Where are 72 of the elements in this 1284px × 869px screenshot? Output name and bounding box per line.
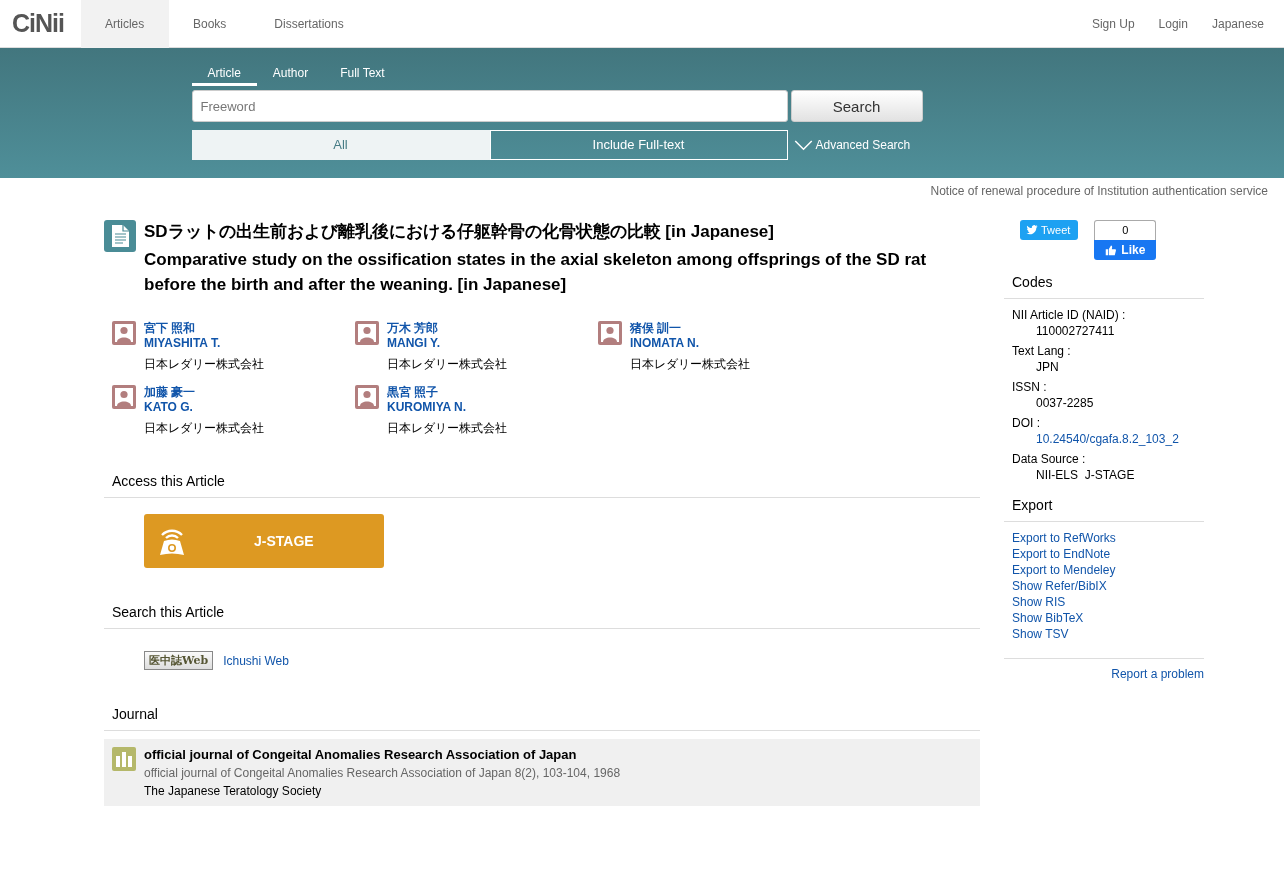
author-name-link[interactable]: INOMATA N. [630, 336, 750, 351]
ichushi-logo[interactable]: 医中誌Web [144, 651, 214, 670]
export-link[interactable]: Export to Mendeley [1012, 562, 1204, 578]
ichushi-link[interactable]: Ichushi Web [223, 653, 289, 668]
export-link[interactable]: Export to EndNote [1012, 546, 1204, 562]
thumbs-up-icon [1105, 244, 1118, 256]
export-link[interactable]: Show TSV [1012, 626, 1204, 642]
section-heading: Access this Article [104, 473, 980, 498]
person-avatar-icon [355, 321, 379, 345]
search-tab[interactable]: Full Text [324, 62, 401, 86]
section-heading: Search this Article [104, 604, 980, 629]
like-button[interactable]: Like [1094, 240, 1157, 260]
author-affiliation: 日本レダリー株式会社 [387, 356, 507, 373]
notice-link[interactable]: Notice of renewal procedure of Institution authentication service [930, 184, 1268, 198]
search-tab[interactable]: Article [191, 62, 257, 86]
nav-tab[interactable]: Dissertations [250, 0, 368, 48]
person-avatar-icon [112, 385, 136, 409]
search-button[interactable]: Search [790, 90, 923, 122]
person-avatar-icon [355, 385, 379, 409]
bird-icon [1026, 225, 1038, 235]
section-heading: Export [1004, 497, 1204, 522]
author-affiliation: 日本レダリー株式会社 [630, 356, 750, 373]
journal-citation: official journal of Congeital Anomalies Research Association of Japan 8(2), 103-104, 1968 [144, 766, 621, 780]
export-link[interactable]: Export to RefWorks [1012, 530, 1204, 546]
author-name-link[interactable]: 宮下 照和 [144, 321, 264, 336]
code-value: JPN [1036, 359, 1060, 375]
code-label: DOI : [1012, 415, 1041, 431]
export-link[interactable]: Show RIS [1012, 594, 1204, 610]
nav-tab[interactable]: Books [168, 0, 251, 48]
advanced-search-link[interactable]: Advanced Search [815, 138, 911, 152]
section-heading: Codes [1004, 274, 1204, 299]
person-avatar-icon [112, 321, 136, 345]
author-name-link[interactable]: 加藤 豪一 [144, 385, 264, 400]
scope-toggle[interactable]: Include Full-text [489, 130, 788, 160]
bar-columns-icon [112, 747, 136, 771]
scope-toggle[interactable]: All [191, 130, 490, 160]
chevron-down-icon[interactable] [793, 139, 813, 151]
article-title: SDラットの出生前および離乳後における仔躯幹骨の化骨状態の比較 [in Japanese] [144, 221, 775, 243]
author-name-link[interactable]: 万木 芳郎 [387, 321, 507, 336]
journal-publisher: The Japanese Teratology Society [144, 784, 323, 798]
nav-tab[interactable]: Articles [80, 0, 169, 48]
document-icon [104, 220, 136, 252]
search-tab[interactable]: Author [256, 62, 325, 86]
code-label: ISSN : [1012, 379, 1048, 395]
section-heading: Journal [104, 706, 980, 731]
journal-title-link[interactable]: official journal of Congeital Anomalies Research Association of Japan [144, 747, 621, 762]
code-label: Data Source : [1012, 451, 1087, 467]
author-affiliation: 日本レダリー株式会社 [387, 420, 507, 437]
nav-link[interactable]: Japanese [1207, 16, 1284, 31]
doi-link[interactable]: 10.24540/cgafa.8.2_103_2 [1036, 432, 1179, 446]
author-name-link[interactable]: KATO G. [144, 400, 264, 415]
author-name-link[interactable]: MIYASHITA T. [144, 336, 264, 351]
author-name-link[interactable]: KUROMIYA N. [387, 400, 507, 415]
export-link[interactable]: Show BibTeX [1012, 610, 1204, 626]
author-affiliation: 日本レダリー株式会社 [144, 420, 264, 437]
report-problem-link[interactable]: Report a problem [1111, 667, 1204, 681]
author-name-link[interactable]: 猪俣 訓一 [630, 321, 750, 336]
author-name-link[interactable]: MANGI Y. [387, 336, 507, 351]
export-link[interactable]: Show Refer/BibIX [1012, 578, 1204, 594]
nav-link[interactable]: Login [1154, 16, 1208, 31]
search-field[interactable]: Freeword [191, 90, 788, 122]
author-name-link[interactable]: 黒宮 照子 [387, 385, 507, 400]
code-label: NII Article ID (NAID) : [1012, 307, 1127, 323]
code-value: 0037-2285 [1036, 395, 1095, 411]
code-value: NII-ELS J-STAGE [1036, 467, 1136, 483]
person-avatar-icon [598, 321, 622, 345]
site-logo[interactable]: CiNii [0, 9, 81, 38]
nav-link[interactable]: Sign Up [1087, 16, 1155, 31]
article-title-english: Comparative study on the ossification states in the axial skeleton among offsprings of the SD rat before the birth and after the weaning. [in Japanese] [144, 249, 928, 296]
code-value: 110002727411 [1036, 323, 1116, 339]
code-label: Text Lang : [1012, 343, 1072, 359]
author-affiliation: 日本レダリー株式会社 [144, 356, 264, 373]
